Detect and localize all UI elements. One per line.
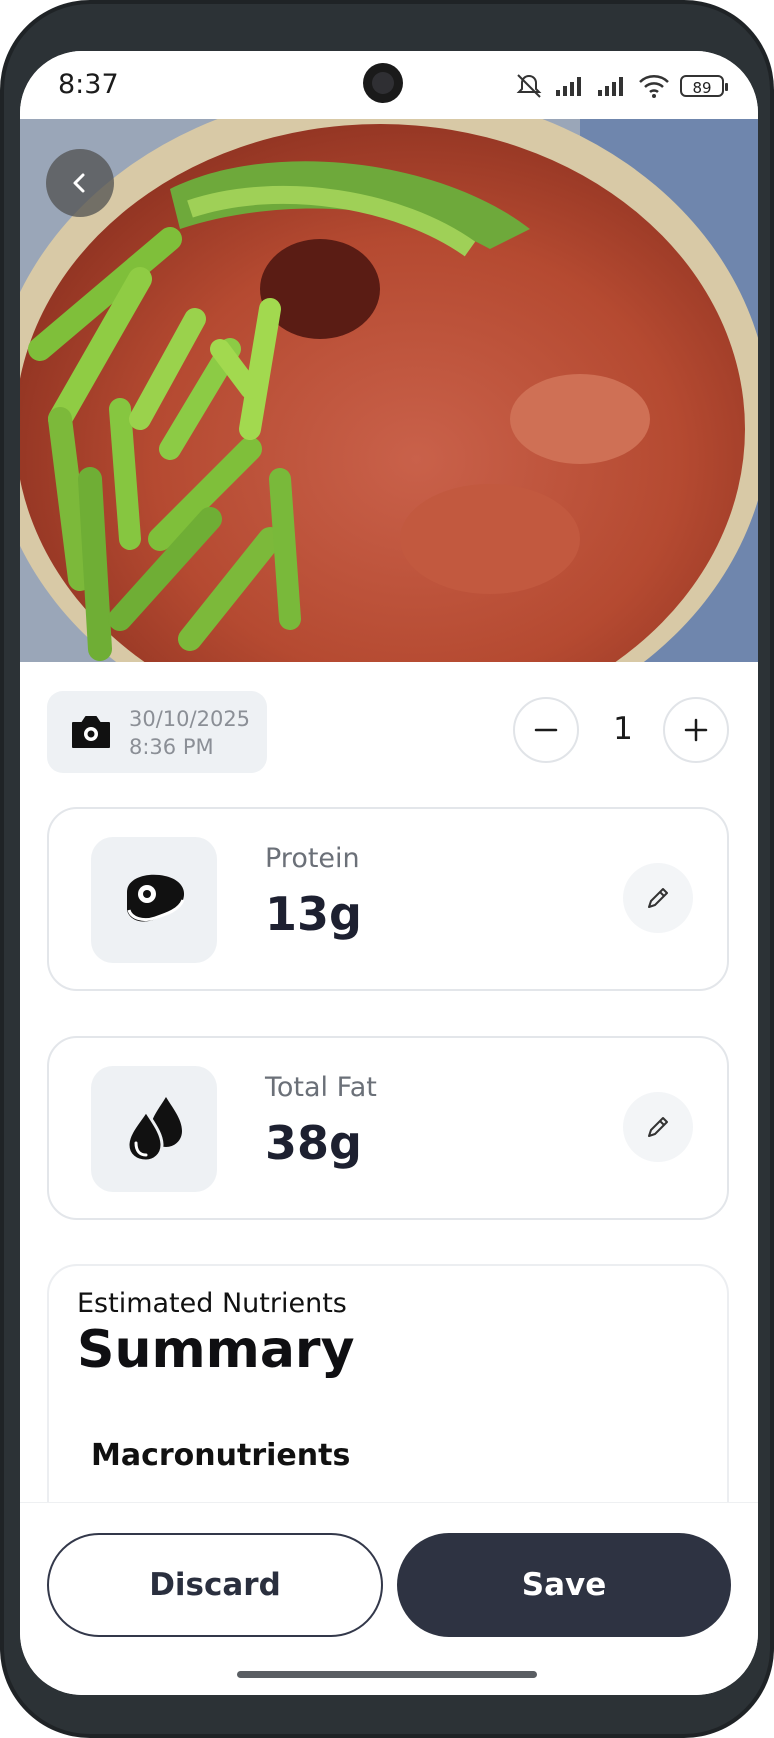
nutrient-label: Total Fat xyxy=(265,1072,377,1103)
edit-protein-button[interactable] xyxy=(623,863,693,933)
status-icons: 89 xyxy=(514,73,728,99)
camera-icon xyxy=(72,716,110,748)
nutrient-label: Protein xyxy=(265,843,360,874)
chevron-left-icon xyxy=(73,173,85,193)
bottom-action-bar: Discard Save xyxy=(20,1502,758,1695)
summary-title: Summary xyxy=(77,1320,355,1380)
meal-meta-row: 30/10/2025 8:36 PM 1 xyxy=(47,691,731,775)
app-screen: 8:37 89 30/10/2025 8:36 PM 1 Protein 13g… xyxy=(20,51,758,1695)
steak-icon xyxy=(127,874,185,922)
macronutrients-heading: Macronutrients xyxy=(91,1438,351,1473)
back-button[interactable] xyxy=(46,149,114,217)
signal-icon xyxy=(556,77,581,96)
battery-indicator: 89 xyxy=(680,75,728,97)
quantity-value: 1 xyxy=(613,711,633,747)
nutrient-card-fat: Total Fat 38g xyxy=(47,1036,729,1220)
food-image xyxy=(20,119,758,662)
increment-button[interactable] xyxy=(663,697,729,763)
signal-icon-2 xyxy=(598,77,623,96)
home-indicator[interactable] xyxy=(237,1671,537,1678)
wifi-icon xyxy=(639,75,669,98)
date-chip: 30/10/2025 8:36 PM xyxy=(47,691,267,773)
nutrient-icon-box xyxy=(91,1066,217,1192)
droplets-icon xyxy=(126,1097,182,1163)
nutrient-value: 13g xyxy=(265,887,362,941)
pencil-icon xyxy=(648,1117,668,1137)
save-button[interactable]: Save xyxy=(397,1533,731,1637)
status-bar: 8:37 89 xyxy=(20,51,758,119)
food-photo xyxy=(20,119,758,662)
meal-time: 8:36 PM xyxy=(129,735,214,759)
status-time: 8:37 xyxy=(58,69,119,100)
nutrient-card-protein: Protein 13g xyxy=(47,807,729,991)
minus-icon xyxy=(534,728,558,732)
meal-date: 30/10/2025 xyxy=(129,707,251,731)
pencil-icon xyxy=(648,888,668,908)
plus-icon xyxy=(684,718,708,742)
discard-button[interactable]: Discard xyxy=(47,1533,383,1637)
front-camera xyxy=(363,63,403,103)
nutrient-icon-box xyxy=(91,837,217,963)
edit-fat-button[interactable] xyxy=(623,1092,693,1162)
decrement-button[interactable] xyxy=(513,697,579,763)
nutrient-value: 38g xyxy=(265,1116,362,1170)
bell-muted-icon xyxy=(516,74,542,98)
quantity-stepper: 1 xyxy=(513,697,731,765)
summary-subtitle: Estimated Nutrients xyxy=(77,1288,347,1319)
